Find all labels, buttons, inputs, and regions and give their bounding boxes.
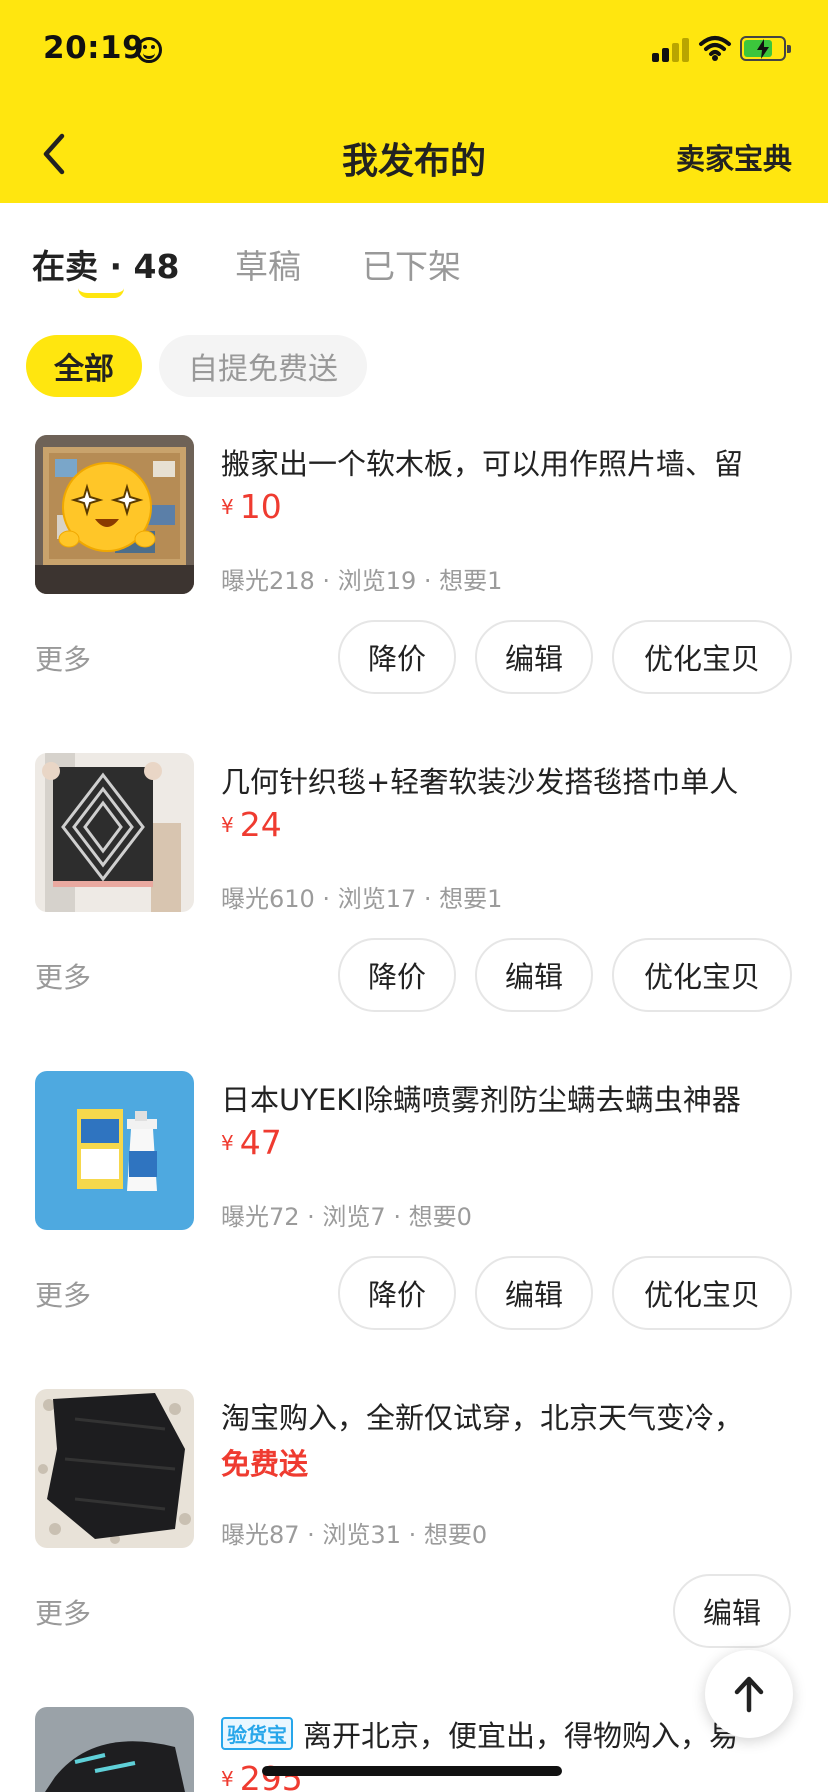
cellular-signal-icon	[652, 38, 692, 62]
item-price: ¥10	[221, 487, 282, 526]
reduce-price-button[interactable]: 降价	[338, 938, 456, 1012]
edit-button[interactable]: 编辑	[475, 938, 593, 1012]
wifi-icon	[699, 36, 731, 61]
item-price: ¥24	[221, 805, 282, 844]
list-item[interactable]: 日本UYEKI除螨喷雾剂防尘螨去螨虫神器 ¥47 曝光72 · 浏览7 · 想要…	[0, 1071, 828, 1341]
tab-delisted[interactable]: 已下架	[362, 240, 461, 288]
more-link[interactable]: 更多	[35, 956, 91, 996]
item-price-free: 免费送	[221, 1447, 309, 1481]
list-item[interactable]: 几何针织毯+轻奢软装沙发搭毯搭巾单人 ¥24 曝光610 · 浏览17 · 想要…	[0, 753, 828, 1023]
item-thumbnail[interactable]	[35, 1071, 194, 1230]
verified-badge: 验货宝	[221, 1717, 293, 1750]
more-link[interactable]: 更多	[35, 1274, 91, 1314]
edit-button[interactable]: 编辑	[475, 620, 593, 694]
list-item[interactable]: 搬家出一个软木板，可以用作照片墙、留 ¥10 曝光218 · 浏览19 · 想要…	[0, 435, 828, 705]
optimize-item-button[interactable]: 优化宝贝	[612, 938, 792, 1012]
back-to-top-button[interactable]	[705, 1650, 793, 1738]
list-item[interactable]: 淘宝购入，全新仅试穿，北京天气变冷， 免费送 曝光87 · 浏览31 · 想要0…	[0, 1389, 828, 1659]
reduce-price-button[interactable]: 降价	[338, 620, 456, 694]
item-title: 日本UYEKI除螨喷雾剂防尘螨去螨虫神器	[221, 1083, 741, 1117]
tab-on-sale[interactable]: 在卖 · 48	[32, 240, 179, 288]
item-stats: 曝光610 · 浏览17 · 想要1	[221, 885, 503, 913]
home-indicator	[262, 1766, 562, 1776]
status-time: 20:19	[43, 30, 145, 66]
more-link[interactable]: 更多	[35, 1592, 91, 1632]
edit-button[interactable]: 编辑	[475, 1256, 593, 1330]
arrow-up-icon	[734, 1676, 764, 1713]
filter-pickup-free[interactable]: 自提免费送	[159, 335, 367, 397]
optimize-item-button[interactable]: 优化宝贝	[612, 620, 792, 694]
active-tab-indicator	[78, 288, 124, 298]
item-title: 几何针织毯+轻奢软装沙发搭毯搭巾单人	[221, 765, 739, 799]
list-item[interactable]: 验货宝离开北京，便宜出，得物购入，易 ¥295	[0, 1707, 828, 1792]
reduce-price-button[interactable]: 降价	[338, 1256, 456, 1330]
filter-all[interactable]: 全部	[26, 335, 142, 397]
top-header: 20:19 我发布的 卖家宝典	[0, 0, 828, 203]
item-thumbnail[interactable]	[35, 753, 194, 912]
item-stats: 曝光72 · 浏览7 · 想要0	[221, 1203, 472, 1231]
item-stats: 曝光87 · 浏览31 · 想要0	[221, 1521, 488, 1549]
tab-drafts[interactable]: 草稿	[235, 240, 301, 288]
more-link[interactable]: 更多	[35, 638, 91, 678]
item-stats: 曝光218 · 浏览19 · 想要1	[221, 567, 503, 595]
item-title: 搬家出一个软木板，可以用作照片墙、留	[221, 447, 744, 481]
edit-button[interactable]: 编辑	[673, 1574, 791, 1648]
optimize-item-button[interactable]: 优化宝贝	[612, 1256, 792, 1330]
item-thumbnail[interactable]	[35, 1707, 194, 1792]
item-thumbnail[interactable]	[35, 1389, 194, 1548]
battery-icon	[740, 36, 791, 61]
seller-guide-link[interactable]: 卖家宝典	[676, 136, 792, 178]
item-price: ¥47	[221, 1123, 282, 1162]
smile-icon	[136, 37, 162, 63]
item-title: 淘宝购入，全新仅试穿，北京天气变冷，	[221, 1401, 744, 1435]
item-thumbnail[interactable]	[35, 435, 194, 594]
